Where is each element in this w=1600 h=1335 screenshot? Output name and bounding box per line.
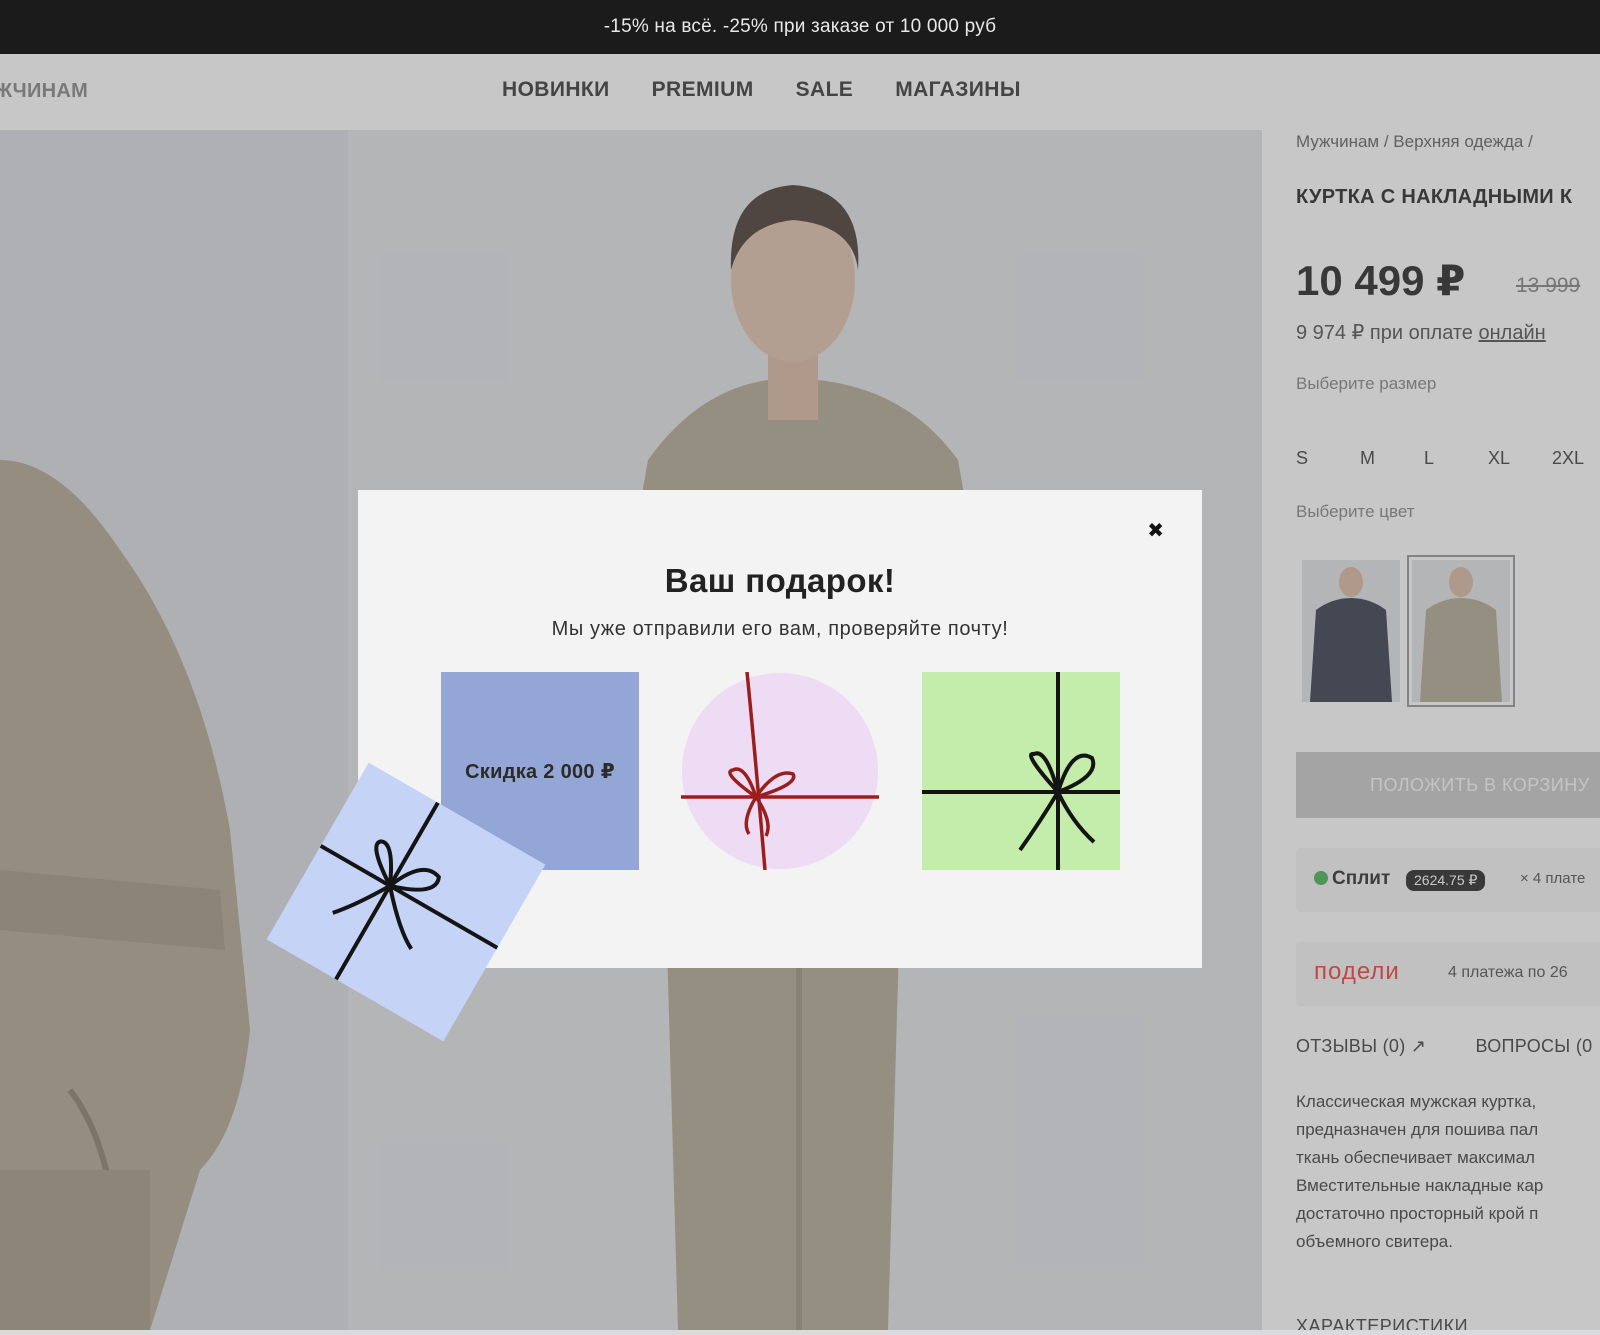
modal-subtitle: Мы уже отправили его вам, проверяйте поч… [551, 618, 1009, 640]
discount-label: Скидка 2 000 ₽ [465, 760, 615, 783]
close-icon[interactable]: ✖ [1147, 518, 1164, 543]
gift-circle-card[interactable] [681, 671, 879, 871]
modal-title: Ваш подарок! [664, 562, 896, 599]
promo-text: -15% на всё. -25% при заказе от 10 000 р… [603, 16, 997, 37]
gift-box-card[interactable] [922, 672, 1120, 870]
ribbon-bow-icon [922, 672, 1120, 870]
promo-bar: -15% на всё. -25% при заказе от 10 000 р… [0, 0, 1600, 54]
ribbon-bow-icon [681, 671, 879, 871]
